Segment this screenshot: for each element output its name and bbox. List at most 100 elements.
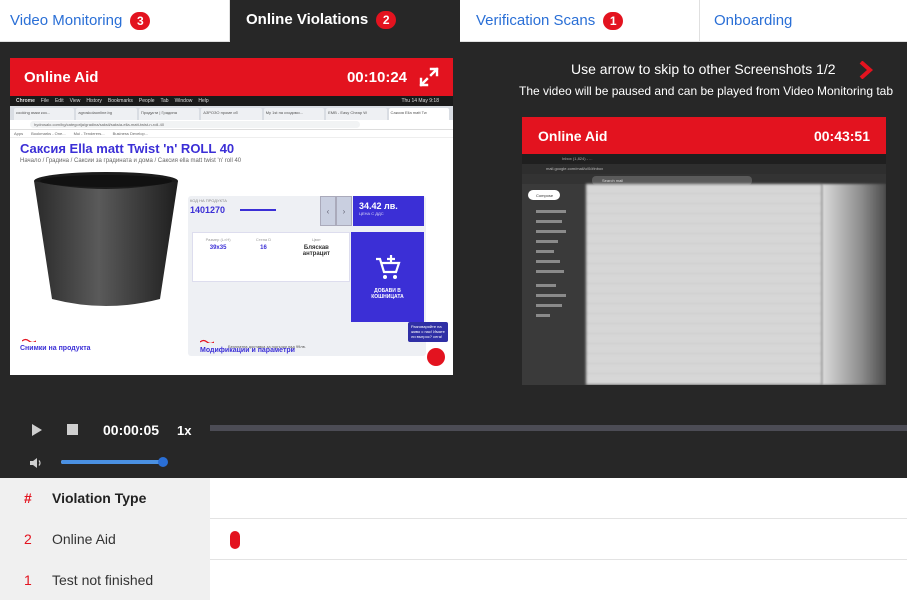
count-badge: 2 [376,11,397,29]
volume-fill [61,460,163,464]
browser-tab: Продукти | Градина [138,108,200,120]
bookmark: Apps [14,131,24,136]
thumb-gmail-sidebar: Compose [522,184,586,385]
thumb-sidebar-line [536,250,554,253]
product-price: 34.42 лв. [359,201,398,211]
tab-label: Online Violations [246,11,369,28]
spec-wall: Стена D 16 [256,237,271,281]
browser-tab: My 1st на сходимо... [263,108,325,120]
violation-title: Online Aid [24,68,99,86]
browser-tab: EMB - Easy Cheap W [326,108,387,120]
thumb-tabbar: Inbox (1,824) - ... [522,154,886,164]
thumb-address: mail.google.com/mail/u/0/#inbox [522,164,886,174]
wave-decoration [200,339,214,343]
thumb-sidebar-line [536,304,562,307]
bookmark: Bookmarks - One... [31,131,66,136]
violation-timestamp: 00:10:24 [346,68,407,86]
menu-item: File [40,98,49,104]
table-row[interactable]: 2 Online Aid [0,519,907,560]
add-to-cart-button: ДОБАВИ В КОШНИЦАТА [351,232,424,322]
table-row[interactable]: 1 Test not finished [0,560,907,600]
volume-handle[interactable] [157,457,168,467]
browser-tab: АЗРОЗО проме об [201,108,262,120]
browser-tab: agroskolaonline.bg [76,108,137,120]
volume-icon[interactable] [29,457,43,469]
speed-button[interactable]: 1x [177,423,191,438]
menu-item: Window [174,98,193,104]
thumb-sidebar-line [536,230,566,233]
tab-label: Verification Scans [476,12,596,29]
spec-color: Цвят Бляскав антрацит [296,237,336,281]
current-time: 00:00:05 [103,422,160,438]
tab-onboarding[interactable]: Onboarding [700,0,907,42]
chevron-left-icon: ‹ [320,196,336,226]
code-underline [240,209,276,211]
spec-label: Размер (L×H) [205,237,231,242]
address-bar: hydrosalo.com/bg/categorija/gradina/saks… [10,120,453,130]
mac-clock: Thu 14 May 9:18 [401,98,439,104]
cart-plus-icon [375,255,401,279]
timeline-scrubber[interactable] [210,425,907,431]
spec-value: 16 [260,245,267,251]
menu-item: Edit [54,98,64,104]
thumbnail-header: Online Aid 00:43:51 [522,117,886,154]
section-modifications: Модификации и параметри [200,347,295,354]
pause-hint: The video will be paused and can be play… [519,84,894,98]
thumb-sidebar-line [536,260,560,263]
section-photos: Снимки на продукта [20,345,91,352]
stop-icon[interactable] [67,424,78,435]
tab-verification-scans[interactable]: Verification Scans 1 [460,0,700,42]
tab-label: Onboarding [714,12,793,29]
spec-value: 39x35 [209,245,227,251]
tab-video-monitoring[interactable]: Video Monitoring 3 [0,0,230,42]
column-header-type: Violation Type [52,490,147,506]
spec-label: Цвят [311,237,321,242]
expand-icon[interactable] [419,67,439,87]
browser-tab: cooking ямки коз... [14,108,75,120]
thumbnail-timestamp: 00:43:51 [813,127,870,144]
thumb-sidebar-line [536,314,550,317]
play-icon[interactable] [30,423,44,437]
product-code-label: КОД НА ПРОДУКТА [190,198,227,203]
spec-label: Стена D [255,237,272,242]
menu-item: View [69,98,81,104]
wave-decoration [22,338,36,342]
violations-table: # Violation Type 2 Online Aid 1 Test not… [0,478,907,600]
next-screenshot-thumbnail[interactable]: Online Aid 00:43:51 Inbox (1,824) - ... … [522,117,886,385]
chevron-right-icon[interactable] [858,61,874,79]
flower-pot-image [34,172,178,306]
spec-size: Размер (L×H) 39x35 [206,237,231,281]
thumb-background-image [822,184,886,385]
main-player: Online Aid 00:10:24 Chrome File Edit Vie… [10,58,453,375]
chevron-right-icon: › [336,196,352,226]
chat-bubble: Разговаряйте на живо с нас! Имате ли въп… [408,322,448,342]
thumb-sidebar-line [536,270,564,273]
menu-item: Chrome [16,98,35,104]
product-title: Саксия Ella matt Twist 'n' ROLL 40 [20,141,235,156]
price-note: ЦЕНА С ДДС [359,211,384,216]
violation-type: Test not finished [52,572,154,588]
violation-marker[interactable] [230,531,240,549]
browser-tab-active: Саксия Ella matt Tw [388,108,449,120]
menu-item: Bookmarks [107,98,133,104]
bookmarks-bar: Apps Bookmarks - One... Mui - Tenderers.… [10,130,453,138]
thumb-sidebar-line [536,220,562,223]
thumb-email-list-blurred [586,184,822,385]
menu-item: Help [198,98,209,104]
tab-online-violations[interactable]: Online Violations 2 [230,0,460,42]
chat-icon [427,348,445,366]
menu-item: Tab [160,98,169,104]
volume-slider[interactable] [61,457,168,467]
thumb-sidebar-line [536,294,566,297]
count-badge: 1 [603,11,624,30]
spec-box: Размер (L×H) 39x35 Стена D 16 Цвят Бляск… [192,232,350,282]
product-breadcrumb: Начало / Градина / Саксии за градината и… [20,158,242,164]
thumb-sidebar-line [536,210,566,213]
player-header: Online Aid 00:10:24 [10,58,453,96]
violation-type: Online Aid [52,531,116,547]
product-nav: ‹ › [320,196,352,226]
mac-menu-bar: Chrome File Edit View History Bookmarks … [10,96,453,106]
bookmark: Mui - Tenderers... [73,131,105,136]
table-header: # Violation Type [0,478,907,519]
violation-screenshot[interactable]: Chrome File Edit View History Bookmarks … [10,96,453,375]
